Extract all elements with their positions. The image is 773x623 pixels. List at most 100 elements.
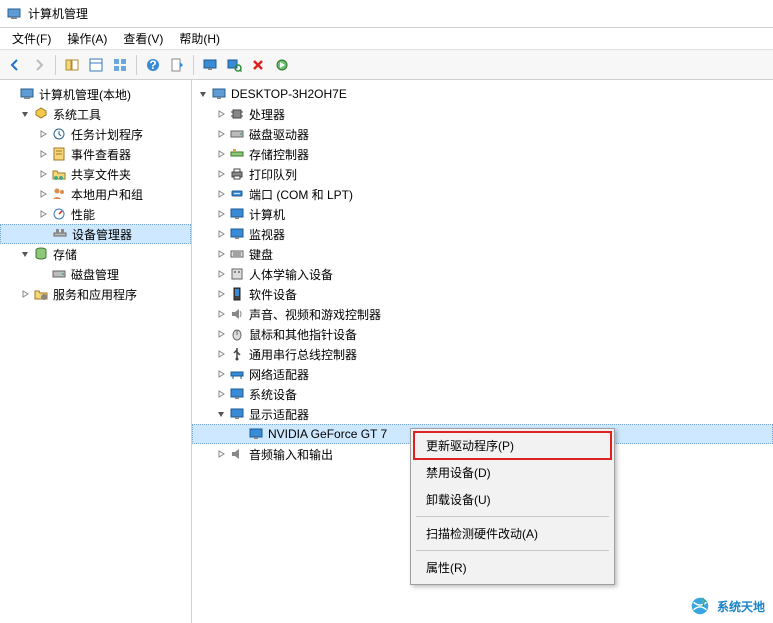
keyboard-icon bbox=[229, 246, 245, 262]
chevron-right-icon[interactable] bbox=[214, 207, 228, 221]
tree-label: 共享文件夹 bbox=[71, 166, 131, 183]
chevron-right-icon[interactable] bbox=[18, 287, 32, 301]
audio-icon bbox=[229, 446, 245, 462]
cat-computers[interactable]: 计算机 bbox=[192, 204, 773, 224]
tree-device-manager[interactable]: 设备管理器 bbox=[0, 224, 191, 244]
action-button[interactable] bbox=[166, 54, 188, 76]
left-tree-pane[interactable]: 计算机管理(本地) 系统工具 任务计划程序 事件查看器 共享文件夹 bbox=[0, 80, 192, 623]
menu-view[interactable]: 查看(V) bbox=[115, 28, 171, 49]
cat-keyboards[interactable]: 键盘 bbox=[192, 244, 773, 264]
cat-network[interactable]: 网络适配器 bbox=[192, 364, 773, 384]
tree-event-viewer[interactable]: 事件查看器 bbox=[0, 144, 191, 164]
watermark-text: 系统天地 bbox=[717, 598, 765, 615]
chevron-right-icon[interactable] bbox=[214, 147, 228, 161]
ctx-properties[interactable]: 属性(R) bbox=[414, 554, 611, 581]
tree-label: 服务和应用程序 bbox=[53, 286, 137, 303]
chevron-right-icon[interactable] bbox=[214, 287, 228, 301]
services-icon bbox=[33, 286, 49, 302]
device-label: 打印队列 bbox=[249, 166, 297, 183]
chevron-right-icon[interactable] bbox=[214, 367, 228, 381]
tree-performance[interactable]: 性能 bbox=[0, 204, 191, 224]
ctx-scan-hardware[interactable]: 扫描检测硬件改动(A) bbox=[414, 520, 611, 547]
ctx-uninstall-device[interactable]: 卸载设备(U) bbox=[414, 486, 611, 513]
chevron-down-icon[interactable] bbox=[196, 87, 210, 101]
tree-root-computer-mgmt[interactable]: 计算机管理(本地) bbox=[0, 84, 191, 104]
back-button[interactable] bbox=[4, 54, 26, 76]
cat-print-queue[interactable]: 打印队列 bbox=[192, 164, 773, 184]
properties-button[interactable] bbox=[85, 54, 107, 76]
cat-system-dev[interactable]: 系统设备 bbox=[192, 384, 773, 404]
chevron-down-icon[interactable] bbox=[214, 407, 228, 421]
enable-button[interactable] bbox=[271, 54, 293, 76]
cat-mice[interactable]: 鼠标和其他指针设备 bbox=[192, 324, 773, 344]
cat-ports[interactable]: 端口 (COM 和 LPT) bbox=[192, 184, 773, 204]
tree-shared-folders[interactable]: 共享文件夹 bbox=[0, 164, 191, 184]
chevron-right-icon[interactable] bbox=[36, 127, 50, 141]
chevron-right-icon[interactable] bbox=[36, 187, 50, 201]
chevron-right-icon[interactable] bbox=[214, 387, 228, 401]
watermark: 系统天地 bbox=[689, 595, 765, 617]
cat-usb[interactable]: 通用串行总线控制器 bbox=[192, 344, 773, 364]
chevron-right-icon[interactable] bbox=[214, 187, 228, 201]
tree-storage[interactable]: 存储 bbox=[0, 244, 191, 264]
cat-hid[interactable]: 人体学输入设备 bbox=[192, 264, 773, 284]
device-label: 显示适配器 bbox=[249, 406, 309, 423]
monitor-icon bbox=[229, 226, 245, 242]
menu-file[interactable]: 文件(F) bbox=[4, 28, 59, 49]
chevron-right-icon[interactable] bbox=[36, 167, 50, 181]
port-icon bbox=[229, 186, 245, 202]
tree-disk-mgmt[interactable]: 磁盘管理 bbox=[0, 264, 191, 284]
chevron-right-icon[interactable] bbox=[214, 247, 228, 261]
ctx-update-driver[interactable]: 更新驱动程序(P) bbox=[414, 432, 611, 459]
users-icon bbox=[51, 186, 67, 202]
help-button[interactable]: ? bbox=[142, 54, 164, 76]
tree-local-users[interactable]: 本地用户和组 bbox=[0, 184, 191, 204]
ctx-disable-device[interactable]: 禁用设备(D) bbox=[414, 459, 611, 486]
toolbar: ? bbox=[0, 50, 773, 80]
cat-software-dev[interactable]: 软件设备 bbox=[192, 284, 773, 304]
chevron-right-icon[interactable] bbox=[214, 267, 228, 281]
cat-disk-drives[interactable]: 磁盘驱动器 bbox=[192, 124, 773, 144]
tree-system-tools[interactable]: 系统工具 bbox=[0, 104, 191, 124]
network-icon bbox=[229, 366, 245, 382]
chevron-right-icon[interactable] bbox=[36, 207, 50, 221]
cat-monitors[interactable]: 监视器 bbox=[192, 224, 773, 244]
device-root[interactable]: DESKTOP-3H2OH7E bbox=[192, 84, 773, 104]
chevron-right-icon[interactable] bbox=[214, 127, 228, 141]
chevron-down-icon[interactable] bbox=[18, 107, 32, 121]
show-hide-tree-button[interactable] bbox=[61, 54, 83, 76]
client-area: 计算机管理(本地) 系统工具 任务计划程序 事件查看器 共享文件夹 bbox=[0, 80, 773, 623]
chevron-right-icon[interactable] bbox=[214, 327, 228, 341]
tree-label: 磁盘管理 bbox=[71, 266, 119, 283]
cat-sound[interactable]: 声音、视频和游戏控制器 bbox=[192, 304, 773, 324]
context-menu: 更新驱动程序(P) 禁用设备(D) 卸载设备(U) 扫描检测硬件改动(A) 属性… bbox=[410, 428, 615, 585]
menu-help[interactable]: 帮助(H) bbox=[171, 28, 228, 49]
tree-task-scheduler[interactable]: 任务计划程序 bbox=[0, 124, 191, 144]
event-viewer-icon bbox=[51, 146, 67, 162]
cat-storage-ctrl[interactable]: 存储控制器 bbox=[192, 144, 773, 164]
chevron-down-icon[interactable] bbox=[18, 247, 32, 261]
software-dev-icon bbox=[229, 286, 245, 302]
uninstall-button[interactable] bbox=[247, 54, 269, 76]
cat-display-adapters[interactable]: 显示适配器 bbox=[192, 404, 773, 424]
monitor-icon[interactable] bbox=[199, 54, 221, 76]
menu-action[interactable]: 操作(A) bbox=[59, 28, 115, 49]
chevron-right-icon[interactable] bbox=[214, 107, 228, 121]
cat-processor[interactable]: 处理器 bbox=[192, 104, 773, 124]
device-label: 通用串行总线控制器 bbox=[249, 346, 357, 363]
tree-label: 本地用户和组 bbox=[71, 186, 143, 203]
tree-label: 存储 bbox=[53, 246, 77, 263]
chevron-right-icon[interactable] bbox=[214, 227, 228, 241]
usb-icon bbox=[229, 346, 245, 362]
device-label: 计算机 bbox=[249, 206, 285, 223]
chevron-right-icon[interactable] bbox=[36, 147, 50, 161]
chevron-right-icon[interactable] bbox=[214, 307, 228, 321]
forward-button[interactable] bbox=[28, 54, 50, 76]
scan-hardware-button[interactable] bbox=[223, 54, 245, 76]
tree-services-apps[interactable]: 服务和应用程序 bbox=[0, 284, 191, 304]
chevron-right-icon[interactable] bbox=[214, 447, 228, 461]
chevron-right-icon[interactable] bbox=[214, 167, 228, 181]
computer-icon bbox=[211, 86, 227, 102]
chevron-right-icon[interactable] bbox=[214, 347, 228, 361]
tiles-button[interactable] bbox=[109, 54, 131, 76]
